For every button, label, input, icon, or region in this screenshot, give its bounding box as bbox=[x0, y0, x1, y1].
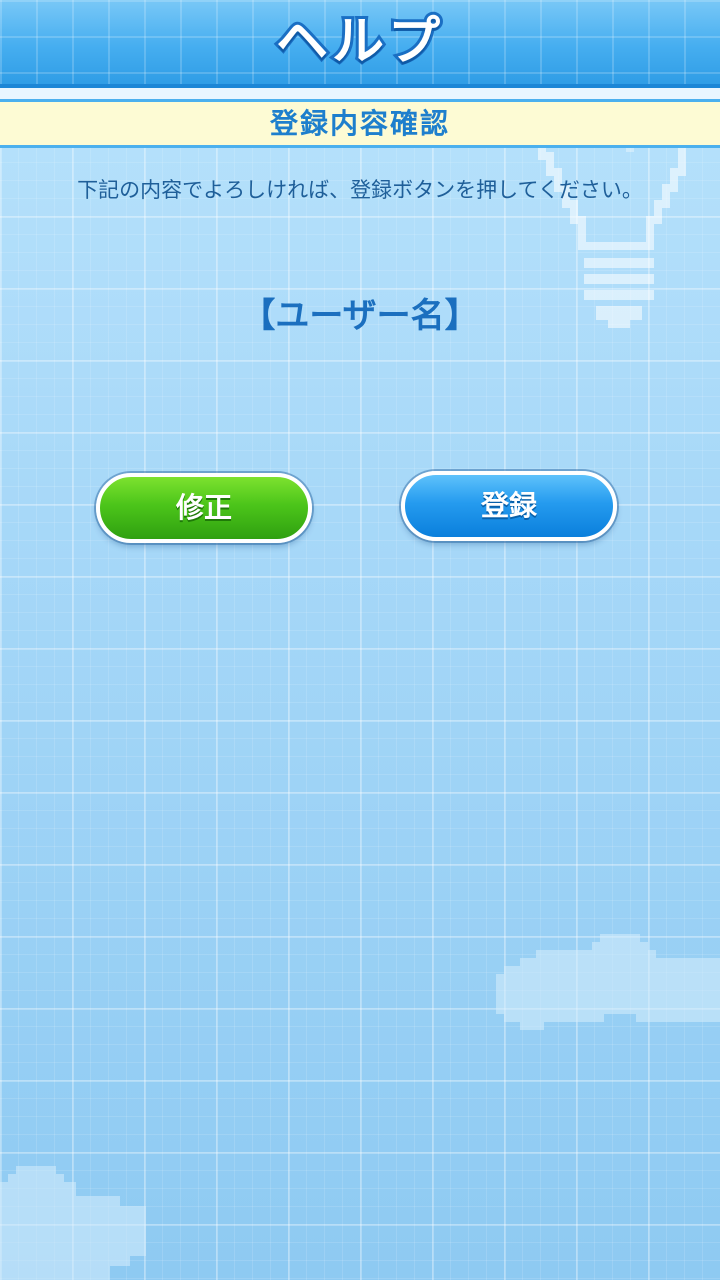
username-display: 【ユーザー名】 bbox=[241, 296, 479, 336]
register-button[interactable]: 登録 bbox=[401, 471, 617, 541]
fix-button[interactable]: 修正 bbox=[96, 473, 312, 543]
instruction-text: 下記の内容でよろしければ、登録ボタンを押してください。 bbox=[77, 178, 643, 202]
page-title: ヘルプ bbox=[273, 9, 444, 75]
cloud-icon bbox=[0, 1166, 146, 1280]
fix-button-label: 修正 bbox=[175, 491, 232, 524]
header-bar: ヘルプ bbox=[0, 0, 720, 88]
section-banner: 登録内容確認 bbox=[0, 102, 720, 148]
help-screen: ヘルプ 登録内容確認 下記の内容でよろしければ、登録ボタンを押してください。 【… bbox=[0, 0, 720, 1280]
section-title: 登録内容確認 bbox=[269, 107, 450, 140]
cloud-icon bbox=[496, 934, 720, 1030]
register-button-label: 登録 bbox=[480, 489, 537, 522]
